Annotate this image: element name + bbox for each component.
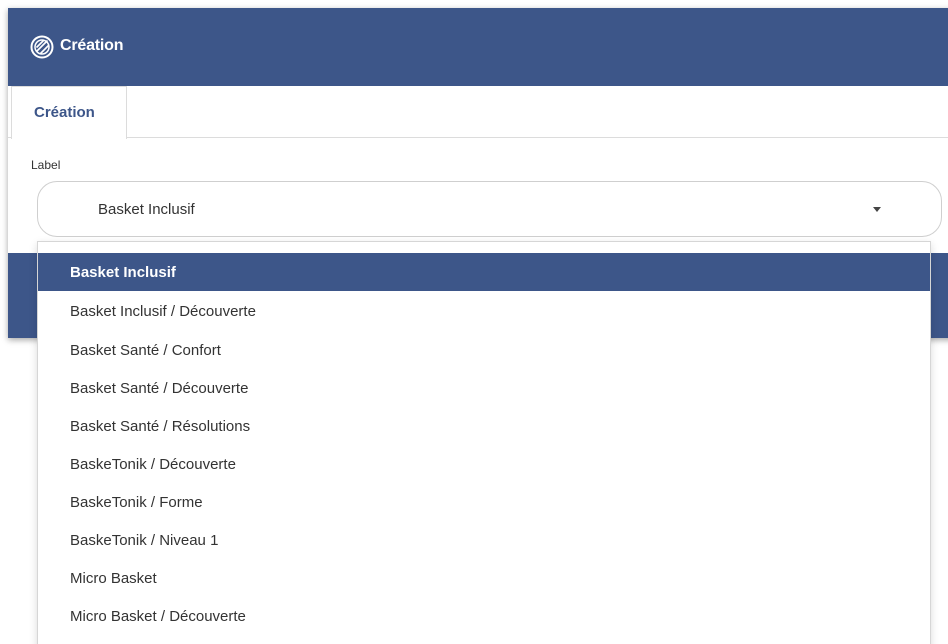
dropdown-option[interactable]: Basket Santé / Confort	[38, 331, 930, 369]
label-select-value: Basket Inclusif	[98, 201, 195, 218]
chevron-down-icon	[873, 207, 881, 212]
dropdown-option[interactable]: BaskeTonik / Découverte	[38, 445, 930, 483]
tab-bar: Création	[8, 86, 948, 139]
panel-header: Création	[8, 8, 948, 86]
panel-title: Création	[60, 37, 124, 54]
dropdown-option[interactable]: BaskeTonik / Niveau 1	[38, 521, 930, 559]
screen: Création Création Label Basket Inclusif …	[0, 0, 948, 644]
dropdown-option[interactable]: Micro Basket / Découverte	[38, 597, 930, 635]
label-select[interactable]: Basket Inclusif	[37, 181, 942, 237]
dropdown-option[interactable]: Basket Inclusif	[38, 253, 930, 291]
basketball-icon	[30, 35, 54, 59]
dropdown-option[interactable]: Basket Santé / Découverte	[38, 369, 930, 407]
dropdown-option[interactable]: Basket Santé / Résolutions	[38, 407, 930, 445]
tab-creation[interactable]: Création	[11, 86, 127, 139]
dropdown-option[interactable]: Basket Inclusif / Découverte	[38, 292, 930, 330]
dropdown-option[interactable]: Micro Basket	[38, 559, 930, 597]
dropdown-option[interactable]: BaskeTonik / Forme	[38, 483, 930, 521]
label-dropdown-list: Basket Inclusif Basket Inclusif / Découv…	[37, 241, 931, 644]
label-field-label: Label	[31, 158, 61, 172]
